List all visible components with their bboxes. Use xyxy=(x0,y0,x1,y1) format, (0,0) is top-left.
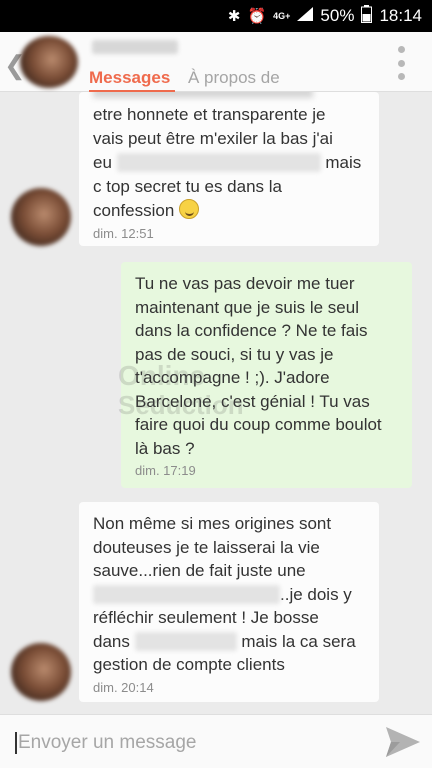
laughing-emoji-icon xyxy=(179,199,200,219)
message-timestamp: dim. 12:51 xyxy=(93,226,154,241)
message-text: réfléchir seulement ! Je bosse xyxy=(93,608,319,627)
message-text: Non même si mes origines sont xyxy=(93,514,332,533)
message-text: confession xyxy=(93,201,175,220)
message-text: vais peut être m'exiler la bas j'ai xyxy=(93,129,333,148)
network-type: 4G+ xyxy=(273,10,291,21)
message-input[interactable] xyxy=(18,728,358,758)
contact-name-redacted xyxy=(92,40,178,54)
avatar[interactable] xyxy=(20,36,78,88)
message-text: douteuses je te laisserai la vie xyxy=(93,537,320,557)
message-incoming[interactable]: Non même si mes origines sont douteuses … xyxy=(79,502,379,702)
status-bar: ✱ ⏰ 4G+ 50% 18:14 xyxy=(0,0,432,32)
message-text: sauve...rien de fait juste une xyxy=(93,561,306,580)
message-text: c top secret tu es dans la xyxy=(93,177,282,196)
avatar[interactable] xyxy=(11,643,71,701)
clock: 18:14 xyxy=(379,6,422,25)
message-timestamp: dim. 20:14 xyxy=(93,679,154,695)
send-icon[interactable] xyxy=(386,727,420,757)
message-text: mais la ca sera xyxy=(241,631,356,651)
redacted-text: xxxxxxxxxxxxxxxxxxxxxx xyxy=(93,584,280,604)
chat-header: ❮ Messages À propos de xyxy=(0,32,432,93)
text-cursor xyxy=(15,732,17,754)
cut-off-text xyxy=(93,92,313,98)
tab-messages[interactable]: Messages xyxy=(89,68,170,88)
message-text: eu xyxy=(93,153,112,172)
message-text: mais xyxy=(325,153,362,172)
tab-about[interactable]: À propos de xyxy=(188,68,280,88)
bluetooth-icon: ✱ xyxy=(227,8,241,25)
message-text: dans xyxy=(93,631,130,651)
battery-percent: 50% xyxy=(320,6,355,25)
alarm-icon: ⏰ xyxy=(247,8,267,25)
message-incoming[interactable]: etre honnete et transparente je vais peu… xyxy=(79,92,379,246)
message-timestamp: dim. 17:19 xyxy=(135,463,196,478)
battery-icon xyxy=(361,4,373,28)
message-text: ..je dois y xyxy=(280,584,352,604)
redacted-text: xxxxxxxxxxxx xyxy=(134,631,237,651)
watermark-logo: Online Seduction xyxy=(118,360,244,420)
message-text: etre honnete et transparente je xyxy=(93,105,326,124)
message-text: gestion de compte clients xyxy=(93,655,285,674)
signal-icon xyxy=(297,6,314,26)
redacted-text: xxxxxxxxxxxxxxxxxxxxxxxx xyxy=(116,153,321,172)
message-composer xyxy=(0,714,432,768)
more-options-icon[interactable] xyxy=(396,46,406,80)
avatar[interactable] xyxy=(11,188,71,246)
